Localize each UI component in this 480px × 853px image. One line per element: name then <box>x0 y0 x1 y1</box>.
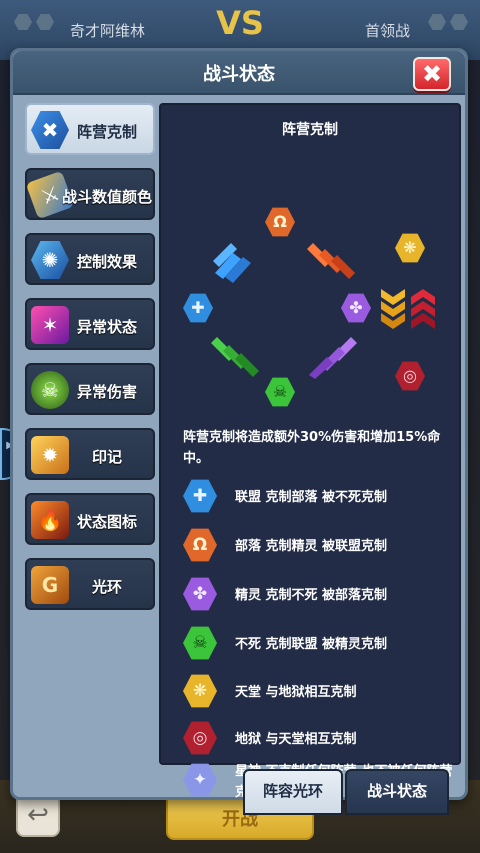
sidebar-item-label: 控制效果 <box>76 253 137 271</box>
horde-icon: Ω <box>183 528 217 562</box>
legend-row-undead: ☠ 不死 克制联盟 被精灵克制 <box>183 624 453 664</box>
sidebar-item-label: 状态图标 <box>76 513 137 531</box>
vs-emblem: VS <box>216 4 264 42</box>
elf-icon: ✤ <box>183 577 217 611</box>
sidebar-item-label: 异常状态 <box>76 318 137 336</box>
horde-icon: Ω <box>265 207 295 237</box>
boss-battle-label: 首领战 <box>365 22 411 40</box>
legend-row-hell: ◎ 地狱 与天堂相互克制 <box>183 719 453 759</box>
legend-text: 天堂 与地狱相互克制 <box>235 685 357 700</box>
star-god-icon: ✦ <box>183 763 217 797</box>
sidebar-item-label: 异常伤害 <box>76 383 137 401</box>
sidebar-item-abnormal-damage[interactable]: ☠ 异常伤害 <box>25 363 155 415</box>
legend-row-horde: Ω 部落 克制精灵 被联盟克制 <box>183 526 453 566</box>
legend-text: 联盟 克制部落 被不死克制 <box>235 490 388 505</box>
legend-text: 地狱 与天堂相互克制 <box>235 732 357 747</box>
legend-row-elf: ✤ 精灵 克制不死 被部落克制 <box>183 575 453 615</box>
arrow-horde-to-elf-icon <box>307 243 355 279</box>
undead-icon: ☠ <box>265 377 295 407</box>
hell-icon: ◎ <box>183 721 217 755</box>
legend-row-alliance: ✚ 联盟 克制部落 被不死克制 <box>183 477 453 517</box>
modal-title: 战斗状态 <box>203 64 275 85</box>
arrow-alliance-to-horde-icon <box>213 243 251 283</box>
legend-text: 精灵 克制不死 被部落克制 <box>235 588 388 603</box>
alliance-icon: ✚ <box>183 479 217 513</box>
panel-title: 阵营克制 <box>282 122 338 138</box>
tab-combat-status[interactable]: 战斗状态 <box>345 769 449 815</box>
faction-counter-panel: 阵营克制 Ω ✚ ✤ ☠ ❋ ◎ 阵营克制将造成额外30%伤害和增加15%命中。… <box>159 103 461 800</box>
hell-icon: ◎ <box>395 361 425 391</box>
legend-row-heaven: ❋ 天堂 与地狱相互克制 <box>183 672 453 712</box>
close-button[interactable]: ✖ <box>413 57 451 91</box>
heaven-hell-mutual-arrows-icon <box>381 289 435 329</box>
elf-icon: ✤ <box>341 293 371 323</box>
sidebar-item-label: 光环 <box>91 578 122 596</box>
heaven-icon: ❋ <box>183 674 217 708</box>
combat-status-modal: 战斗状态 ✖ ✖ 阵营克制 ⚔ 战斗数值颜色 ✺ 控制效果 ✶ 异常状态 ☠ 异… <box>10 48 468 815</box>
sidebar-item-mark[interactable]: ✹ 印记 <box>25 428 155 480</box>
legend-text: 部落 克制精灵 被联盟克制 <box>235 539 388 554</box>
sidebar-item-combat-number-color[interactable]: ⚔ 战斗数值颜色 <box>25 168 155 220</box>
heaven-icon: ❋ <box>395 233 425 263</box>
alliance-icon: ✚ <box>183 293 213 323</box>
faction-counter-description: 阵营克制将造成额外30%伤害和增加15%命中。 <box>183 430 441 466</box>
sidebar-item-control-effect[interactable]: ✺ 控制效果 <box>25 233 155 285</box>
sidebar-item-abnormal-status[interactable]: ✶ 异常状态 <box>25 298 155 350</box>
sidebar-item-faction-counter[interactable]: ✖ 阵营克制 <box>25 103 155 155</box>
arrow-undead-to-alliance-icon <box>211 337 259 377</box>
sidebar-item-aura[interactable]: G 光环 <box>25 558 155 610</box>
player-name: 奇才阿维林 <box>70 22 146 40</box>
sidebar-item-label: 阵营克制 <box>76 123 137 141</box>
undead-icon: ☠ <box>183 626 217 660</box>
arrow-elf-to-undead-icon <box>309 337 357 379</box>
sidebar-item-label: 战斗数值颜色 <box>61 188 152 206</box>
tab-lineup-aura[interactable]: 阵容光环 <box>243 769 343 815</box>
sidebar-item-label: 印记 <box>91 448 122 466</box>
modal-header: 战斗状态 ✖ <box>13 51 465 95</box>
sidebar-item-status-icon[interactable]: 🔥 状态图标 <box>25 493 155 545</box>
legend-text: 不死 克制联盟 被精灵克制 <box>235 637 388 652</box>
